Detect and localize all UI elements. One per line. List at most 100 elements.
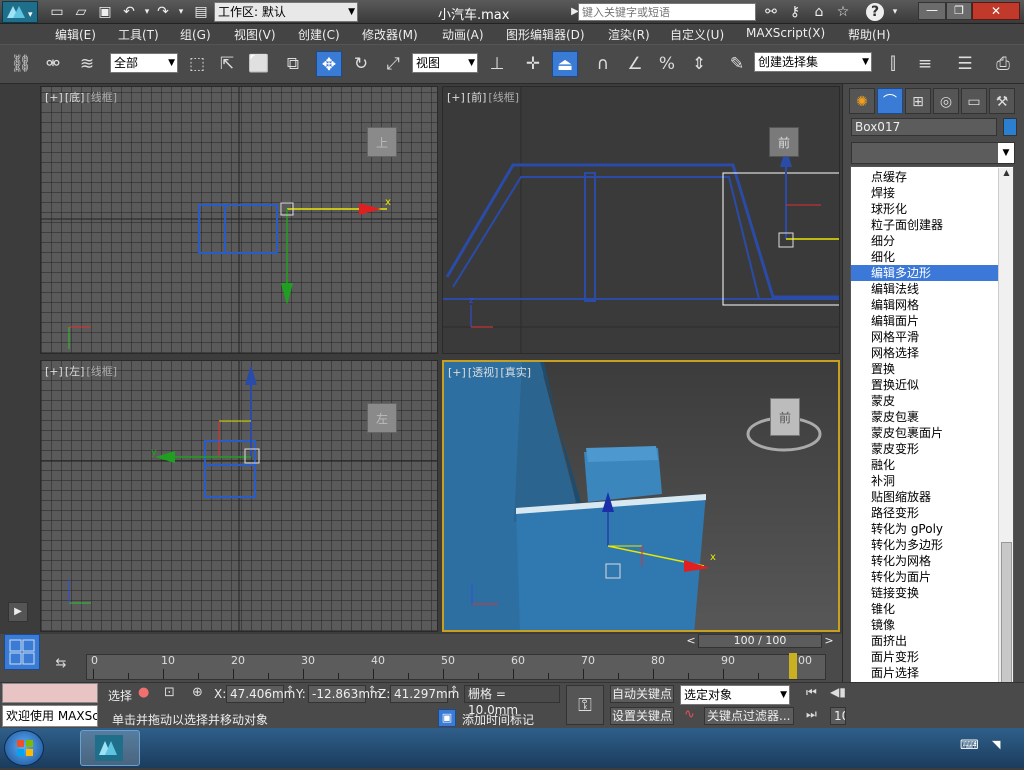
snaps-toggle-icon[interactable]: ∩ (590, 51, 616, 77)
modifier-list-item[interactable]: 转化为面片 (851, 569, 1001, 585)
menu-maxscript[interactable]: MAXScript(X) (746, 26, 825, 40)
align-icon[interactable]: ≡ (912, 51, 938, 77)
keyboard-tray-icon[interactable]: ⌨ (960, 738, 979, 753)
modifier-list-dropdown[interactable]: ▼ (851, 142, 1015, 164)
project-folder-icon[interactable]: ▤ (192, 3, 210, 21)
selection-set-select[interactable]: 选定对象 ▼ (680, 685, 790, 705)
viewport-menu-plus[interactable]: [+] (448, 366, 466, 379)
select-manipulate-icon[interactable]: ✛ (520, 51, 546, 77)
modifier-list-item[interactable]: 编辑法线 (851, 281, 1001, 297)
search-input[interactable] (578, 3, 756, 21)
set-key-button[interactable]: 设置关键点 (610, 707, 674, 725)
modifier-list-item[interactable]: 置换近似 (851, 377, 1001, 393)
add-time-tag[interactable]: 添加时间标记 (462, 711, 534, 728)
new-file-icon[interactable]: ▭ (48, 3, 66, 21)
viewport-perspective[interactable]: x [+] [透视] [真实] 前 (442, 360, 840, 632)
menu-edit[interactable]: 编辑(E) (55, 26, 96, 43)
modifier-list-item[interactable]: 粒子面创建器 (851, 217, 1001, 233)
modifier-list-item[interactable]: 焊接 (851, 185, 1001, 201)
viewport-left[interactable]: [+] [左] [线框] y 左 (40, 360, 438, 632)
viewcube[interactable]: 前 (769, 127, 799, 157)
menu-rendering[interactable]: 渲染(R) (608, 26, 650, 43)
mirror-icon[interactable]: ⫿ (880, 51, 906, 77)
save-icon[interactable]: ▣ (96, 3, 114, 21)
rect-selection-region-icon[interactable]: ⬜ (246, 51, 272, 77)
modifier-list-item[interactable]: 编辑网格 (851, 297, 1001, 313)
maxscript-listener-white[interactable]: 欢迎使用 MAXSc (2, 705, 98, 727)
restore-button[interactable]: ❐ (946, 2, 972, 20)
absolute-mode-icon[interactable]: ⊕ (192, 685, 203, 700)
modifier-list-item[interactable]: 贴图缩放器 (851, 489, 1001, 505)
key-filters-button[interactable]: 关键点过滤器... (704, 707, 794, 725)
workspace-select[interactable]: 工作区: 默认 ▼ (214, 2, 358, 22)
modifier-list-item[interactable]: 镜像 (851, 617, 1001, 633)
modifier-list-item[interactable]: 转化为网格 (851, 553, 1001, 569)
modifier-list-item[interactable]: 编辑多边形 (851, 265, 1001, 281)
help-dropdown-icon[interactable]: ▾ (886, 3, 904, 21)
redo-icon[interactable]: ↷ (154, 3, 172, 21)
track-bar[interactable]: 0 10 20 30 40 50 60 70 80 90 100 (86, 653, 826, 680)
menu-views[interactable]: 视图(V) (234, 26, 276, 43)
viewcube[interactable]: 前 (770, 398, 800, 436)
modifier-list-item[interactable]: 面片选择 (851, 665, 1001, 681)
edit-named-selection-icon[interactable]: ✎ (724, 51, 750, 77)
menu-graph-editors[interactable]: 图形编辑器(D) (506, 26, 585, 43)
create-tab-icon[interactable]: ✺ (849, 88, 875, 114)
modifier-list-item[interactable]: 蒙皮包裹面片 (851, 425, 1001, 441)
app-logo-icon[interactable]: ▾ (2, 1, 38, 23)
selection-lock-icon[interactable]: ⊡ (164, 685, 175, 700)
communication-icon[interactable]: ⌂ (810, 3, 828, 21)
x-coord-field[interactable]: 47.406mm (226, 685, 295, 703)
y-spinner-icon[interactable]: ⇕ (368, 685, 376, 696)
goto-start-icon[interactable]: ⏮ (806, 685, 817, 700)
viewport-bottom[interactable]: [+] [底] [线框] x 上 (40, 86, 438, 354)
select-and-move-icon[interactable]: ✥ (316, 51, 342, 77)
modify-tab-icon[interactable]: ⌒ (877, 88, 903, 114)
modifier-list-item[interactable]: 补洞 (851, 473, 1001, 489)
current-frame-field[interactable]: 100 (830, 707, 846, 725)
render-setup-icon[interactable]: ⎙ (990, 51, 1016, 77)
utilities-tab-icon[interactable]: ⚒ (989, 88, 1015, 114)
auto-key-button[interactable]: 自动关键点 (610, 685, 674, 703)
motion-tab-icon[interactable]: ◎ (933, 88, 959, 114)
link-icon[interactable]: ⛓ (8, 51, 34, 77)
menu-customize[interactable]: 自定义(U) (670, 26, 724, 43)
modifier-list-scrollbar[interactable]: ▲ ▼ (998, 168, 1013, 710)
modifier-list-item[interactable]: 面片变形 (851, 649, 1001, 665)
time-slider-next-button[interactable]: > (822, 634, 836, 648)
modifier-list-item[interactable]: 细化 (851, 249, 1001, 265)
expand-panel-button[interactable]: ▶ (8, 602, 28, 622)
window-crossing-icon[interactable]: ⧉ (280, 51, 306, 77)
help-icon[interactable]: ? (866, 3, 884, 21)
maxscript-listener-pink[interactable] (2, 683, 98, 703)
show-hidden-icons[interactable]: ◥ (992, 738, 1000, 751)
modifier-list-item[interactable]: 点缓存 (851, 169, 1001, 185)
scroll-thumb[interactable] (1001, 542, 1012, 686)
pivot-center-icon[interactable]: ⊥ (484, 51, 510, 77)
y-coord-field[interactable]: -12.863mm (308, 685, 382, 703)
prev-frame-icon[interactable]: ◀▮ (830, 685, 846, 699)
modifier-list-item[interactable]: 置换 (851, 361, 1001, 377)
viewport-shading[interactable]: [真实] (500, 366, 531, 379)
minimize-button[interactable]: — (918, 2, 946, 20)
viewport-front[interactable]: [+] [前] [线框] z 前 (442, 86, 840, 354)
modifier-list-item[interactable]: 转化为多边形 (851, 537, 1001, 553)
viewport-layout-button[interactable] (4, 634, 40, 670)
selection-filter-select[interactable]: 全部 ▼ (110, 53, 178, 73)
unlink-icon[interactable]: ⚮ (40, 51, 66, 77)
modifier-list-item[interactable]: 网格选择 (851, 345, 1001, 361)
binoculars-icon[interactable]: ⚯ (762, 3, 780, 21)
modifier-list-item[interactable]: 网格平滑 (851, 329, 1001, 345)
select-by-name-icon[interactable]: ⇱ (214, 51, 240, 77)
modifier-list-item[interactable]: 编辑面片 (851, 313, 1001, 329)
modifier-list-item[interactable]: 球形化 (851, 201, 1001, 217)
chevron-down-icon[interactable]: ▼ (998, 143, 1014, 163)
hierarchy-tab-icon[interactable]: ⊞ (905, 88, 931, 114)
menu-modifiers[interactable]: 修改器(M) (362, 26, 418, 43)
modifier-list-item[interactable]: 融化 (851, 457, 1001, 473)
time-slider[interactable]: 100 / 100 (698, 634, 822, 648)
undo-icon[interactable]: ↶ (120, 3, 138, 21)
select-object-icon[interactable]: ⬚ (184, 51, 210, 77)
menu-tools[interactable]: 工具(T) (118, 26, 159, 43)
modifier-list-popup[interactable]: 点缓存 焊接 球形化 粒子面创建器 细分 细化 编辑多边形 编辑法线 编辑网格 编辑面片 网格平滑网… (850, 166, 1014, 712)
